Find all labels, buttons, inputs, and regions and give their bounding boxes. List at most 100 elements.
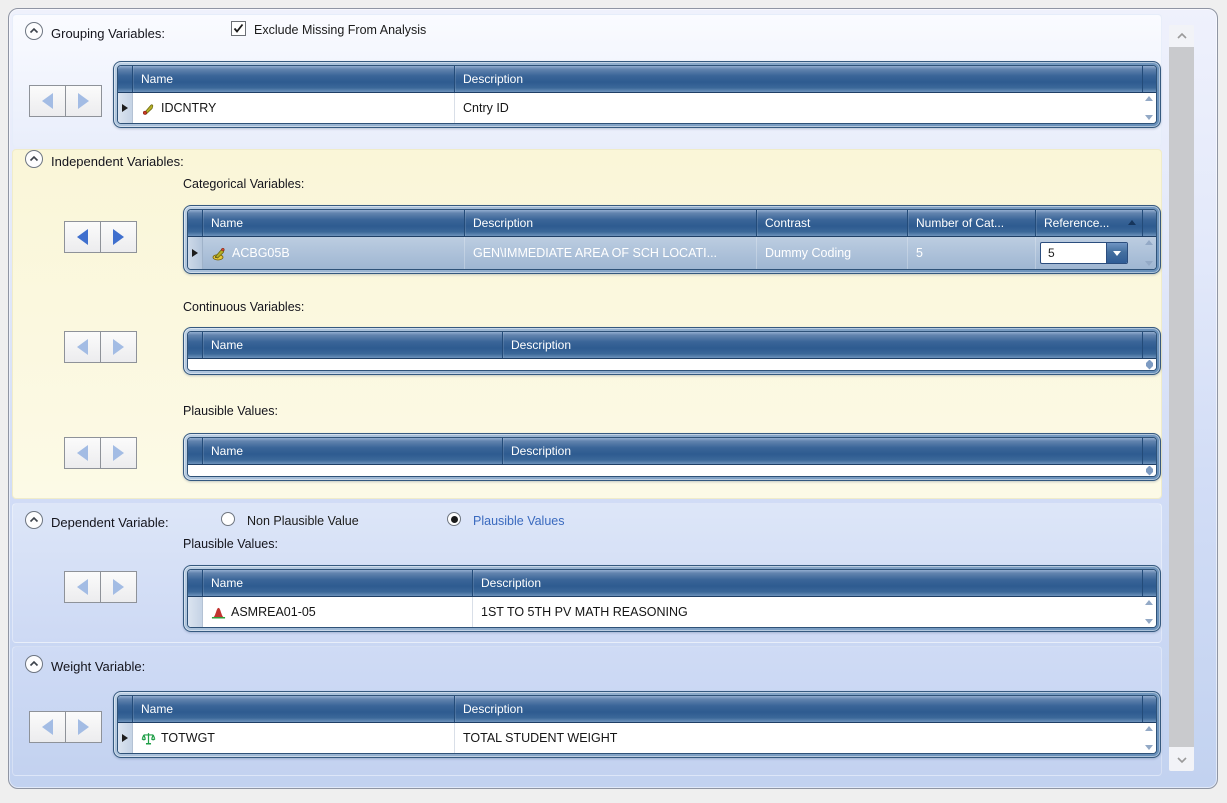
non-plausible-value-radio-label[interactable]: Non Plausible Value: [247, 514, 359, 528]
table-scrollbar[interactable]: [1142, 237, 1156, 269]
empty-table-row: [188, 465, 1156, 476]
scroll-down-icon: [1145, 115, 1153, 120]
exclude-missing-checkbox[interactable]: [231, 21, 246, 36]
independent-section-title: Independent Variables:: [51, 154, 184, 169]
row-selector[interactable]: [118, 723, 133, 753]
reference-category-combobox[interactable]: 5: [1040, 242, 1128, 264]
scrollbar-up-button[interactable]: [1169, 25, 1194, 47]
column-header-description[interactable]: Description: [503, 438, 1142, 464]
scroll-thumb-icon[interactable]: [1146, 360, 1153, 370]
column-header-reference-category[interactable]: Reference...: [1036, 210, 1142, 236]
column-header-description[interactable]: Description: [473, 570, 1142, 596]
scrollbar-column-header: [1142, 696, 1156, 722]
row-selector[interactable]: [188, 237, 203, 269]
categorical-table-header: Name Description Contrast Number of Cat.…: [188, 210, 1156, 237]
column-header-number-of-categories[interactable]: Number of Cat...: [908, 210, 1036, 236]
right-arrow-icon: [113, 579, 124, 595]
exclude-missing-checkbox-label: Exclude Missing From Analysis: [254, 23, 426, 37]
grouping-move-right-button[interactable]: [65, 85, 102, 117]
row-header-column: [118, 696, 133, 722]
row-selector[interactable]: [118, 93, 133, 123]
combobox-dropdown-button[interactable]: [1106, 243, 1127, 263]
continuous-move-right-button[interactable]: [100, 331, 137, 363]
table-row[interactable]: ASMREA01-05 1ST TO 5TH PV MATH REASONING: [188, 597, 1156, 627]
current-row-arrow-icon: [122, 104, 128, 112]
cell-number-of-categories: 5: [916, 246, 923, 260]
column-header-description[interactable]: Description: [465, 210, 757, 236]
column-header-name[interactable]: Name: [133, 696, 455, 722]
grouping-move-left-button[interactable]: [29, 85, 66, 117]
dependent-collapse-button[interactable]: [25, 511, 43, 529]
dependent-plausible-values-table: Name Description ASMREA01-05 1ST TO 5TH …: [183, 565, 1161, 632]
column-header-name[interactable]: Name: [203, 438, 503, 464]
categorical-move-left-button[interactable]: [64, 221, 101, 253]
combobox-value[interactable]: 5: [1041, 243, 1106, 263]
row-selector[interactable]: [188, 597, 203, 627]
left-arrow-icon: [77, 339, 88, 355]
distribution-icon: [211, 605, 226, 620]
column-header-name[interactable]: Name: [133, 66, 455, 92]
scrollbar-thumb[interactable]: [1169, 47, 1194, 747]
non-plausible-value-radio[interactable]: [221, 512, 235, 526]
column-header-name[interactable]: Name: [203, 570, 473, 596]
independent-collapse-button[interactable]: [25, 150, 43, 168]
left-arrow-icon: [77, 229, 88, 245]
weight-move-right-button[interactable]: [65, 711, 102, 743]
chevron-up-icon: [27, 152, 41, 166]
grouping-mover: [29, 85, 102, 117]
cell-name: ASMREA01-05: [231, 605, 316, 619]
table-scrollbar[interactable]: [1142, 723, 1156, 753]
column-header-contrast[interactable]: Contrast: [757, 210, 908, 236]
categorical-mover: [64, 221, 137, 253]
right-arrow-icon: [113, 445, 124, 461]
cell-contrast: Dummy Coding: [765, 246, 851, 260]
table-row[interactable]: IDCNTRY Cntry ID: [118, 93, 1156, 123]
weight-mover: [29, 711, 102, 743]
categorical-move-right-button[interactable]: [100, 221, 137, 253]
independent-pv-move-right-button[interactable]: [100, 437, 137, 469]
scrollbar-down-button[interactable]: [1169, 749, 1194, 771]
left-arrow-icon: [42, 719, 53, 735]
dependent-section-title: Dependent Variable:: [51, 515, 169, 530]
scrollbar-column-header: [1142, 332, 1156, 358]
dependent-pv-move-right-button[interactable]: [100, 571, 137, 603]
independent-plausible-values-label: Plausible Values:: [183, 404, 278, 418]
pen-palette-icon: [211, 245, 227, 261]
table-row-selected[interactable]: ACBG05B GEN\IMMEDIATE AREA OF SCH LOCATI…: [188, 237, 1156, 269]
table-row[interactable]: TOTWGT TOTAL STUDENT WEIGHT: [118, 723, 1156, 753]
variable-assignment-panel: Grouping Variables: Exclude Missing From…: [8, 8, 1218, 789]
column-header-description[interactable]: Description: [503, 332, 1142, 358]
cell-name: TOTWGT: [161, 731, 215, 745]
scroll-thumb-icon[interactable]: [1146, 466, 1153, 476]
chevron-up-icon: [1176, 31, 1188, 41]
scroll-up-icon: [1145, 96, 1153, 101]
chevron-up-icon: [27, 513, 41, 527]
column-header-name[interactable]: Name: [203, 332, 503, 358]
dependent-pv-table-header: Name Description: [188, 570, 1156, 597]
grouping-variables-table: Name Description IDCNTRY Cntry ID: [113, 61, 1161, 128]
weight-move-left-button[interactable]: [29, 711, 66, 743]
independent-pv-move-left-button[interactable]: [64, 437, 101, 469]
cell-description: TOTAL STUDENT WEIGHT: [463, 731, 617, 745]
plausible-values-radio-label[interactable]: Plausible Values: [473, 514, 565, 528]
weight-collapse-button[interactable]: [25, 655, 43, 673]
table-scrollbar[interactable]: [1142, 597, 1156, 627]
scroll-up-icon: [1145, 726, 1153, 731]
grouping-collapse-button[interactable]: [25, 22, 43, 40]
plausible-values-radio[interactable]: [447, 512, 461, 526]
column-header-name[interactable]: Name: [203, 210, 465, 236]
left-arrow-icon: [42, 93, 53, 109]
scrollbar-column-header: [1142, 570, 1156, 596]
independent-pv-mover: [64, 437, 137, 469]
row-header-column: [188, 438, 203, 464]
categorical-variables-table: Name Description Contrast Number of Cat.…: [183, 205, 1161, 274]
column-header-description[interactable]: Description: [455, 696, 1142, 722]
weight-table-header: Name Description: [118, 696, 1156, 723]
column-header-description[interactable]: Description: [455, 66, 1142, 92]
table-scrollbar[interactable]: [1142, 93, 1156, 123]
dependent-pv-move-left-button[interactable]: [64, 571, 101, 603]
pen-icon: [141, 101, 156, 116]
continuous-move-left-button[interactable]: [64, 331, 101, 363]
panel-scrollbar[interactable]: [1169, 25, 1194, 771]
independent-plausible-values-table: Name Description: [183, 433, 1161, 481]
